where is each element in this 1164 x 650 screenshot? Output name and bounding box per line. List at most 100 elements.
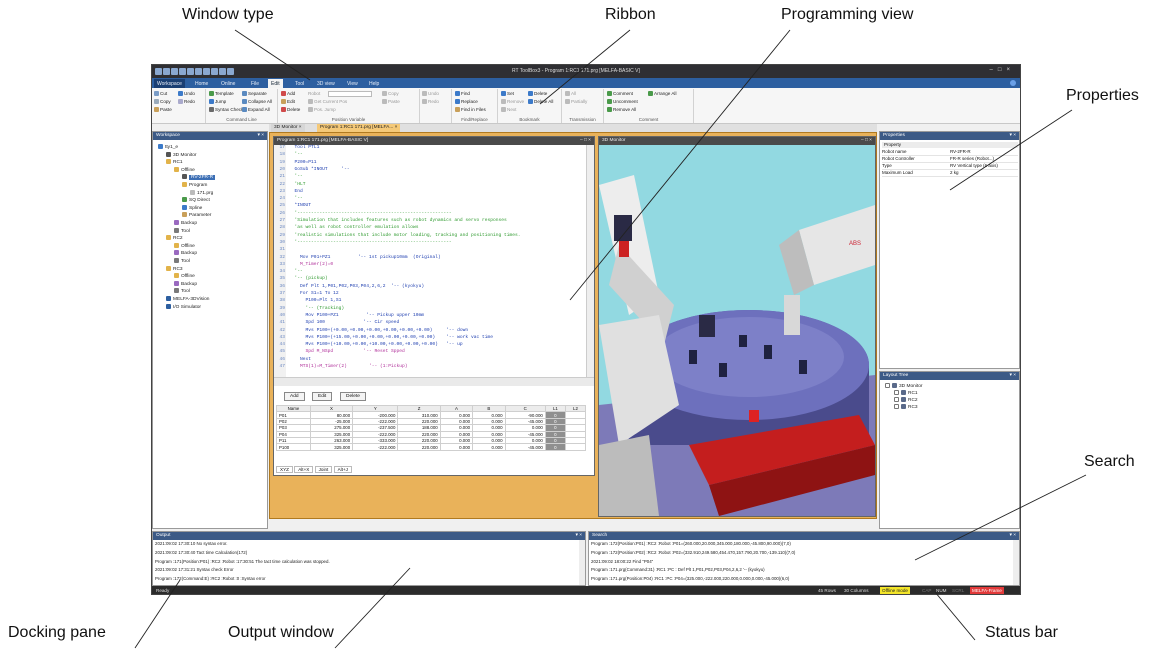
tab-home[interactable]: Home	[192, 79, 211, 88]
comment-button[interactable]: Comment	[607, 91, 633, 96]
tab-3d-view[interactable]: 3D view	[314, 79, 338, 88]
tab-help[interactable]: Help	[366, 79, 382, 88]
transmit-all-button[interactable]: All	[565, 91, 576, 96]
workspace-tree-item[interactable]: RC2	[166, 235, 183, 241]
layout-tree-item[interactable]: RC2	[894, 397, 918, 403]
delete-position-button[interactable]: Delete	[281, 107, 300, 112]
workspace-tree-item[interactable]: MELFA-3DVision	[166, 296, 209, 302]
copy-pos-button[interactable]: Copy	[382, 91, 399, 96]
workspace-tree-item[interactable]: Tool	[174, 258, 190, 264]
cut-button[interactable]: Cut	[154, 91, 167, 96]
layout-tree-item[interactable]: 3D Monitor	[885, 383, 922, 389]
checkbox-icon[interactable]	[894, 397, 899, 402]
workspace-tree-item[interactable]: Offline	[174, 242, 195, 249]
paste-button[interactable]: Paste	[154, 107, 172, 112]
find-in-files-button[interactable]: Find in Files	[455, 107, 486, 112]
paste-pos-button[interactable]: Paste	[382, 99, 400, 104]
tab-edit[interactable]: Edit	[268, 79, 283, 88]
app-icon[interactable]	[155, 68, 162, 75]
workspace-tree-item[interactable]: 171.prg	[190, 189, 213, 196]
property-row[interactable]: Robot Controller FR-R series (Robot...)	[882, 156, 1018, 163]
undo-button[interactable]: Undo	[178, 91, 195, 96]
set-bookmark-button[interactable]: Set	[501, 91, 514, 96]
property-row[interactable]: Maximum Load 2 kg	[882, 170, 1018, 177]
edit-button[interactable]: Edit	[312, 392, 333, 401]
workspace-tree-item[interactable]: SQ Direct	[182, 197, 210, 203]
tab-view[interactable]: View	[344, 79, 361, 88]
property-row[interactable]: Robot name RV-2FR-R	[882, 149, 1018, 156]
window-controls-icon[interactable]: – □ ×	[580, 138, 591, 143]
replace-button[interactable]: Replace	[455, 99, 478, 104]
uncomment-button[interactable]: Uncomment	[607, 99, 638, 104]
workspace-tree-item[interactable]: Tool	[174, 288, 190, 294]
workspace-tree-item[interactable]: Backup	[174, 280, 197, 287]
tab-workspace[interactable]: Workspace	[154, 79, 185, 88]
table-tab-alt-x[interactable]: Alt+X	[294, 466, 314, 473]
copy-button[interactable]: Copy	[154, 99, 171, 104]
redo2-button[interactable]: Redo	[422, 99, 439, 104]
workspace-tree-item[interactable]: tty1_e	[158, 144, 178, 150]
open-icon[interactable]	[171, 68, 178, 75]
tools-icon[interactable]	[203, 68, 210, 75]
help-icon[interactable]	[1010, 80, 1016, 86]
tab-tool[interactable]: Tool	[292, 79, 307, 88]
delete-bookmark-button[interactable]: Delete	[528, 91, 547, 96]
output-scrollbar[interactable]	[579, 540, 585, 585]
workspace-tree-item[interactable]: Backup	[174, 250, 197, 256]
workspace-tree-item[interactable]: RC1	[166, 159, 183, 165]
workspace-tree-item[interactable]: Tool	[174, 227, 190, 234]
settings-icon[interactable]	[227, 68, 234, 75]
pane-pin-close-icon[interactable]: ▾ ×	[1009, 373, 1016, 378]
3d-viewport[interactable]: ABS	[599, 145, 875, 516]
checkbox-icon[interactable]	[894, 404, 899, 409]
workspace-tree-item[interactable]: Program	[182, 182, 207, 188]
pane-pin-close-icon[interactable]: ▾ ×	[575, 533, 582, 538]
monitor-icon[interactable]	[195, 68, 202, 75]
edit-position-button[interactable]: Edit	[281, 99, 295, 104]
grid-icon[interactable]	[211, 68, 218, 75]
save-icon[interactable]	[179, 68, 186, 75]
pane-pin-close-icon[interactable]: ▾ ×	[1009, 533, 1016, 538]
workspace-tree-item[interactable]: 3D Monitor	[166, 151, 196, 158]
pane-pin-close-icon[interactable]: ▾ ×	[257, 133, 264, 138]
jump-button[interactable]: Jump	[209, 99, 226, 104]
pane-pin-close-icon[interactable]: ▾ ×	[1009, 133, 1016, 138]
code-editor[interactable]: 17 18 19 20 21 22 23 24 25 26 27 28 29 30 31 32 33 34 35 36…	[274, 145, 579, 377]
template-button[interactable]: Template	[209, 91, 234, 96]
workspace-tree-item[interactable]: RC3	[166, 265, 183, 272]
delete-button[interactable]: Delete	[340, 392, 366, 401]
workspace-tree-item[interactable]: Offline	[174, 166, 195, 173]
find-button[interactable]: Find	[455, 91, 470, 96]
code-hscrollbar[interactable]	[274, 377, 594, 386]
add-position-button[interactable]: Add	[281, 91, 295, 96]
transmit-partially-button[interactable]: Partially	[565, 99, 587, 104]
layout-tree-item[interactable]: RC3	[894, 404, 918, 410]
tab-file[interactable]: File	[248, 79, 262, 88]
get-current-pos-button[interactable]: Get Current Pos	[308, 99, 347, 104]
code-scrollbar[interactable]	[586, 145, 594, 377]
remove-bookmark-button[interactable]: Remove	[501, 99, 524, 104]
new-icon[interactable]	[163, 68, 170, 75]
workspace-tree-item[interactable]: Spline	[182, 204, 202, 211]
separate-button[interactable]: Separate	[242, 91, 267, 96]
online-icon[interactable]	[187, 68, 194, 75]
pos-jump-button[interactable]: Pos. Jump	[308, 107, 336, 112]
workspace-tree-item[interactable]: RV-2FR-R	[182, 174, 216, 181]
delete-all-bookmarks-button[interactable]: Delete All	[528, 99, 553, 104]
workspace-tree-item[interactable]: I/O Simulator	[166, 303, 201, 310]
redo-button[interactable]: Redo	[178, 99, 195, 104]
checkbox-icon[interactable]	[894, 390, 899, 395]
table-row[interactable]: P100 325.000 -222.000 220.000 0.000 0.000 -45.…	[276, 443, 587, 451]
workspace-tree-item[interactable]: Backup	[174, 220, 197, 226]
next-bookmark-button[interactable]: Next	[501, 107, 516, 112]
robot-select[interactable]	[328, 91, 372, 97]
doc-tab-program[interactable]: Program 1:RC1 171.prg [MELFA... ×	[317, 124, 401, 132]
collapse-all-button[interactable]: Collapse All	[242, 99, 272, 104]
undo2-button[interactable]: Undo	[422, 91, 439, 96]
position-table[interactable]: Name X Y Z A B C L1 L2 P01 80.000 -200.000 310.000 0…	[276, 404, 587, 451]
expand-all-button[interactable]: Expand All	[242, 107, 270, 112]
workspace-tree-item[interactable]: Offline	[174, 273, 195, 279]
checkbox-icon[interactable]	[885, 383, 890, 388]
syntax-check-button[interactable]: Syntax Check	[209, 107, 243, 112]
table-tab-joint[interactable]: Joint	[314, 466, 333, 473]
